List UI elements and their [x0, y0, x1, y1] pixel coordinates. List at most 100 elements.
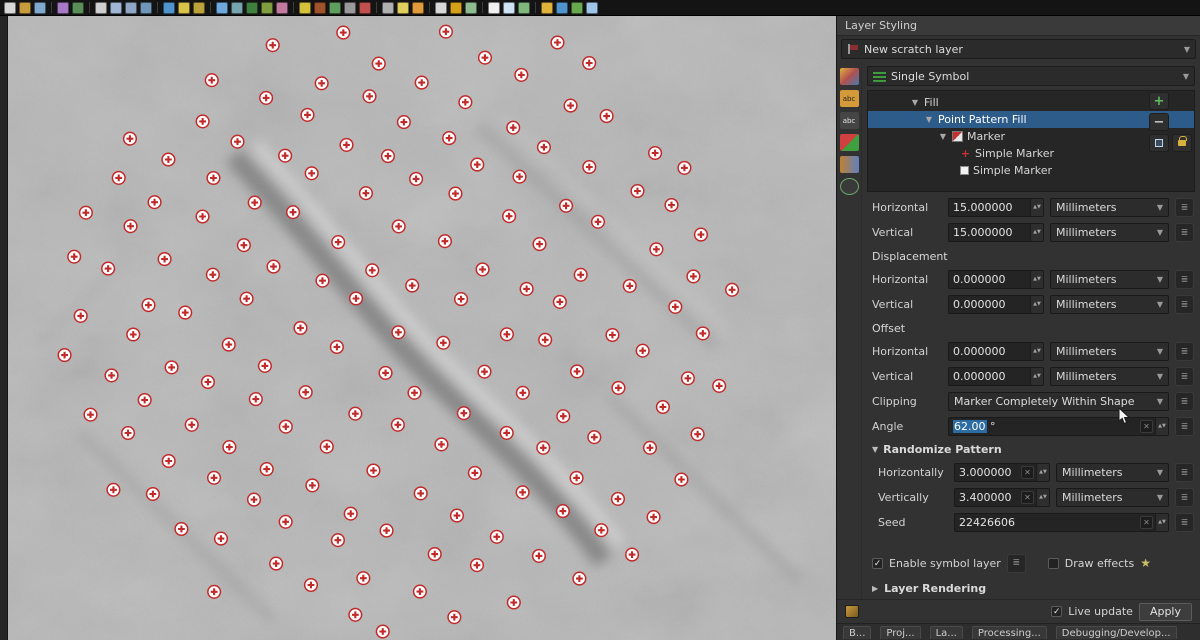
tree-item-marker[interactable]: ▼ Marker — [868, 128, 1194, 145]
offset-vertical-spinbox[interactable]: 0.000000 ▲▼ — [948, 367, 1044, 386]
randomize-horizontal-unit-combo[interactable]: Millimeters ▼ — [1056, 463, 1169, 482]
data-defined-override-button[interactable]: ≣ — [1007, 554, 1026, 573]
randomize-horizontal-spinbox[interactable]: 3.000000 ✕ ▲▼ — [954, 463, 1050, 482]
processing-toolbox-icon[interactable] — [541, 2, 553, 14]
zoom-in-icon[interactable] — [110, 2, 122, 14]
project-save-icon[interactable] — [34, 2, 46, 14]
style-options-icon[interactable] — [845, 605, 859, 618]
data-defined-override-button[interactable]: ≣ — [1175, 367, 1194, 386]
layout-manager-icon[interactable] — [465, 2, 477, 14]
new-raster-layer-icon[interactable] — [231, 2, 243, 14]
tab-masks[interactable]: abc — [840, 112, 859, 129]
live-update-checkbox[interactable]: ✓ — [1051, 606, 1062, 617]
add-raster-layer-icon[interactable] — [261, 2, 273, 14]
layer-rendering-header[interactable]: ▶ Layer Rendering — [864, 577, 1196, 599]
lock-colors-button[interactable] — [1172, 134, 1192, 152]
data-defined-override-button[interactable]: ≣ — [1175, 270, 1194, 289]
form-annotation-icon[interactable] — [450, 2, 462, 14]
displacement-horizontal-spinbox[interactable]: 0.000000 ▲▼ — [948, 270, 1044, 289]
spinner-arrows-icon[interactable]: ▲▼ — [1155, 418, 1168, 435]
remove-symbol-layer-button[interactable]: − — [1149, 113, 1169, 131]
pan-map-icon[interactable] — [95, 2, 107, 14]
tab-symbology[interactable] — [840, 68, 859, 85]
save-edits-icon[interactable] — [314, 2, 326, 14]
tab-transparency[interactable] — [840, 156, 859, 173]
spinner-arrows-icon[interactable]: ▲▼ — [1030, 199, 1043, 216]
symbol-type-selector[interactable]: Single Symbol ▼ — [867, 66, 1195, 86]
data-defined-override-button[interactable]: ≣ — [1175, 463, 1194, 482]
tab-labels[interactable]: abc — [840, 90, 859, 107]
effects-star-icon[interactable]: ★ — [1140, 556, 1151, 570]
add-vector-layer-icon[interactable] — [246, 2, 258, 14]
spacing-vertical-spinbox[interactable]: 15.000000 ▲▼ — [948, 223, 1044, 242]
data-defined-override-button[interactable]: ≣ — [1175, 295, 1194, 314]
spinner-arrows-icon[interactable]: ▲▼ — [1036, 464, 1049, 481]
data-defined-override-button[interactable]: ≣ — [1175, 342, 1194, 361]
data-source-manager-icon[interactable] — [72, 2, 84, 14]
toggle-editing-icon[interactable] — [299, 2, 311, 14]
add-delimited-text-icon[interactable] — [276, 2, 288, 14]
randomize-vertical-unit-combo[interactable]: Millimeters ▼ — [1056, 488, 1169, 507]
tree-item-simple-marker-2[interactable]: Simple Marker — [868, 162, 1194, 179]
tree-item-fill[interactable]: ▼ Fill — [868, 94, 1194, 111]
angle-spinbox[interactable]: 62.00 ° ✕ ▲▼ — [948, 417, 1169, 436]
seed-spinbox[interactable]: 22426606 ✕ ▲▼ — [954, 513, 1169, 532]
data-defined-override-button[interactable]: ≣ — [1175, 392, 1194, 411]
tab-history[interactable] — [840, 178, 859, 195]
python-console-icon[interactable] — [556, 2, 568, 14]
style-manager-icon[interactable] — [57, 2, 69, 14]
spinner-arrows-icon[interactable]: ▲▼ — [1030, 271, 1043, 288]
tab-browser[interactable]: B... — [843, 626, 871, 639]
collapse-arrow-icon[interactable]: ▼ — [910, 98, 920, 107]
select-features-icon[interactable] — [178, 2, 190, 14]
layer-selector[interactable]: New scratch layer ▼ — [841, 39, 1196, 59]
add-symbol-layer-button[interactable]: + — [1149, 92, 1169, 110]
add-feature-icon[interactable] — [329, 2, 341, 14]
displacement-vertical-spinbox[interactable]: 0.000000 ▲▼ — [948, 295, 1044, 314]
expression-icon[interactable]: ✕ — [1021, 466, 1034, 479]
spinner-arrows-icon[interactable]: ▲▼ — [1155, 514, 1168, 531]
spacing-horizontal-spinbox[interactable]: 15.000000 ▲▼ — [948, 198, 1044, 217]
tab-processing[interactable]: Processing... — [972, 626, 1047, 639]
expression-icon[interactable]: ✕ — [1140, 516, 1153, 529]
cursor-pointer-icon[interactable] — [488, 2, 500, 14]
data-defined-override-button[interactable]: ≣ — [1175, 223, 1194, 242]
apply-button[interactable]: Apply — [1139, 603, 1192, 621]
data-defined-override-button[interactable]: ≣ — [1175, 417, 1194, 436]
new-bookmark-icon[interactable] — [412, 2, 424, 14]
spinner-arrows-icon[interactable]: ▲▼ — [1030, 224, 1043, 241]
new-vector-layer-icon[interactable] — [216, 2, 228, 14]
zoom-out-icon[interactable] — [125, 2, 137, 14]
offset-horizontal-spinbox[interactable]: 0.000000 ▲▼ — [948, 342, 1044, 361]
zoom-full-icon[interactable] — [140, 2, 152, 14]
font-marker-icon[interactable] — [503, 2, 515, 14]
text-annotation-icon[interactable] — [435, 2, 447, 14]
project-open-icon[interactable] — [19, 2, 31, 14]
tree-item-simple-marker-1[interactable]: + Simple Marker — [868, 145, 1194, 162]
collapse-arrow-icon[interactable]: ▼ — [924, 115, 934, 124]
identify-features-icon[interactable] — [163, 2, 175, 14]
clipping-combo[interactable]: Marker Completely Within Shape ▼ — [948, 392, 1169, 411]
plugin-manager-icon[interactable] — [571, 2, 583, 14]
spinner-arrows-icon[interactable]: ▲▼ — [1036, 489, 1049, 506]
collapse-arrow-icon[interactable]: ▼ — [938, 132, 948, 141]
data-defined-override-button[interactable]: ≣ — [1175, 488, 1194, 507]
offset-vertical-unit-combo[interactable]: Millimeters ▼ — [1050, 367, 1169, 386]
delete-selected-icon[interactable] — [359, 2, 371, 14]
map-canvas[interactable] — [8, 16, 836, 640]
expression-icon[interactable]: ✕ — [1140, 420, 1153, 433]
tab-project[interactable]: Proj... — [880, 626, 920, 639]
randomize-vertical-spinbox[interactable]: 3.400000 ✕ ▲▼ — [954, 488, 1050, 507]
tab-debugging[interactable]: Debugging/Develop... — [1056, 626, 1177, 639]
move-feature-icon[interactable] — [344, 2, 356, 14]
map-tips-icon[interactable] — [397, 2, 409, 14]
spacing-horizontal-unit-combo[interactable]: Millimeters ▼ — [1050, 198, 1169, 217]
help-contents-icon[interactable] — [586, 2, 598, 14]
data-defined-override-button[interactable]: ≣ — [1175, 198, 1194, 217]
deselect-features-icon[interactable] — [193, 2, 205, 14]
draw-effects-checkbox[interactable] — [1048, 558, 1059, 569]
randomize-pattern-header[interactable]: ▼ Randomize Pattern — [864, 439, 1196, 460]
tab-3d-view[interactable] — [840, 134, 859, 151]
displacement-horizontal-unit-combo[interactable]: Millimeters ▼ — [1050, 270, 1169, 289]
offset-horizontal-unit-combo[interactable]: Millimeters ▼ — [1050, 342, 1169, 361]
